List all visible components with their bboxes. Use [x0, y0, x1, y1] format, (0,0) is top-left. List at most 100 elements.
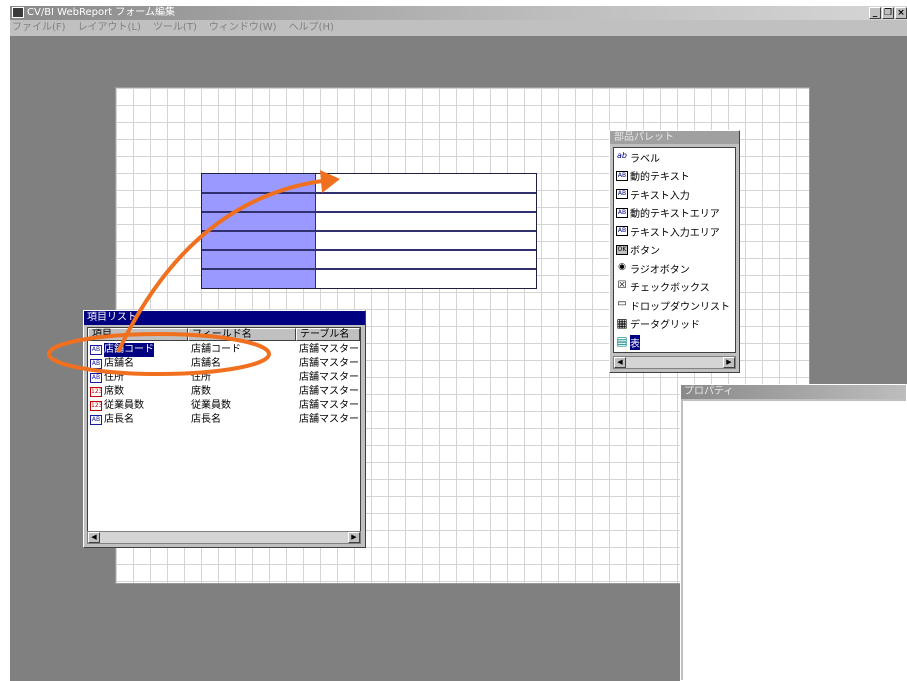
table-row[interactable]: AB 店長名 店長名 店舗マスター — [88, 413, 360, 427]
checkbox-icon: ☒ — [616, 279, 628, 292]
palette-item-text: 動的テキスト — [630, 172, 690, 184]
dynamic-text-icon: AB — [616, 170, 628, 181]
table-row-line — [202, 211, 536, 213]
palette-item-textarea-input[interactable]: AB テキスト入力エリア — [614, 222, 735, 241]
form-table[interactable] — [201, 173, 537, 289]
row-field: 店舗名 — [191, 358, 221, 369]
scroll-right-icon[interactable]: ▶ — [723, 357, 735, 368]
datagrid-icon: ▦ — [616, 315, 628, 330]
scroll-left-icon[interactable]: ◀ — [88, 532, 100, 543]
menu-window[interactable]: ウィンドウ(W) — [209, 20, 277, 36]
properties-title: プロパティ — [681, 385, 906, 399]
properties-panel — [683, 401, 906, 680]
item-list-scrollbar[interactable]: ◀ ▶ — [87, 531, 361, 544]
component-palette[interactable]: 部品パレット ab ラベル AB 動的テキスト AB テキスト入力 AB 動的テキストエ… — [609, 130, 740, 373]
menu-help[interactable]: ヘルプ(H) — [289, 20, 334, 36]
menu-layout[interactable]: レイアウト(L) — [78, 20, 141, 36]
text-field-icon: AB — [90, 415, 102, 425]
row-item: 店舗名 — [104, 358, 134, 369]
item-list-title: 項目リスト — [84, 311, 365, 325]
palette-item-button[interactable]: OK ボタン — [614, 241, 735, 260]
palette-item-text: ボタン — [630, 246, 660, 258]
table-icon: ▤ — [616, 334, 628, 349]
palette-item-dynamic-textarea[interactable]: AB 動的テキストエリア — [614, 204, 735, 223]
item-list-window[interactable]: 項目リスト 項目 フィールド名 テーブル名 AB 店舗コード 店舗コード 店舗マス… — [83, 310, 366, 548]
table-row[interactable]: AB 店舗名 店舗名 店舗マスター — [88, 357, 360, 371]
app-title: CV/BI WebReport フォーム編集 — [27, 7, 176, 18]
palette-scrollbar[interactable]: ◀ ▶ — [613, 356, 736, 369]
palette-item-text: チェックボックス — [630, 283, 710, 295]
text-field-icon: AB — [90, 359, 102, 369]
table-row[interactable]: AB 住所 住所 店舗マスター — [88, 371, 360, 385]
text-input-icon: AB — [616, 189, 628, 200]
column-header-item[interactable]: 項目 — [88, 328, 188, 341]
table-row[interactable]: AB 店舗コード 店舗コード 店舗マスター — [88, 343, 360, 357]
menu-file[interactable]: ファイル(F) — [12, 20, 66, 36]
palette-item-text: テキスト入力エリア — [630, 227, 720, 239]
palette-item-text: テキスト入力 — [630, 190, 690, 202]
row-table: 店舗マスター — [299, 414, 359, 425]
text-field-icon: AB — [90, 345, 102, 355]
row-field: 住所 — [191, 372, 211, 383]
row-field: 店舗コード — [191, 344, 241, 355]
palette-item-text: データグリッド — [630, 320, 700, 332]
table-row-line — [202, 192, 536, 194]
scroll-left-icon[interactable]: ◀ — [614, 357, 626, 368]
properties-window[interactable]: プロパティ — [680, 384, 907, 681]
table-row-line — [202, 249, 536, 251]
column-header-table[interactable]: テーブル名 — [296, 328, 360, 341]
menu-tools[interactable]: ツール(T) — [153, 20, 197, 36]
maximize-button[interactable]: ❐ — [882, 7, 894, 19]
palette-item-text: 動的テキストエリア — [630, 209, 720, 221]
row-item: 席数 — [104, 386, 124, 397]
row-field: 店長名 — [191, 414, 221, 425]
palette-item-text: ラジオボタン — [630, 264, 690, 276]
number-field-icon: 123 — [90, 401, 103, 411]
palette-item-radio[interactable]: ◉ ラジオボタン — [614, 259, 735, 278]
palette-item-text-input[interactable]: AB テキスト入力 — [614, 185, 735, 204]
palette-item-datagrid[interactable]: ▦ データグリッド — [614, 315, 735, 334]
button-icon: OK — [616, 244, 628, 255]
row-field: 席数 — [191, 386, 211, 397]
scroll-right-icon[interactable]: ▶ — [348, 532, 360, 543]
row-field: 従業員数 — [191, 400, 231, 411]
row-table: 店舗マスター — [299, 400, 359, 411]
palette-item-dynamic-text[interactable]: AB 動的テキスト — [614, 167, 735, 186]
row-table: 店舗マスター — [299, 372, 359, 383]
dynamic-textarea-icon: AB — [616, 207, 628, 218]
close-button[interactable]: × — [895, 7, 907, 19]
row-table: 店舗マスター — [299, 344, 359, 355]
menu-bar: ファイル(F) レイアウト(L) ツール(T) ウィンドウ(W) ヘルプ(H) — [10, 20, 907, 36]
table-row[interactable]: 123 席数 席数 店舗マスター — [88, 385, 360, 399]
radio-icon: ◉ — [616, 263, 628, 274]
app-titlebar: CV/BI WebReport フォーム編集 _ ❐ × — [10, 6, 907, 20]
palette-item-text: ラベル — [630, 153, 660, 165]
number-field-icon: 123 — [90, 387, 103, 397]
window-controls: _ ❐ × — [869, 7, 907, 19]
item-list-table: 項目 フィールド名 テーブル名 AB 店舗コード 店舗コード 店舗マスター AB 店… — [87, 327, 361, 542]
table-row-line — [202, 268, 536, 270]
palette-item-checkbox[interactable]: ☒ チェックボックス — [614, 278, 735, 297]
row-item: 従業員数 — [104, 400, 144, 411]
row-item: 店舗コード — [104, 343, 154, 357]
row-table: 店舗マスター — [299, 358, 359, 369]
palette-item-table[interactable]: ▤ 表 — [614, 333, 735, 352]
palette-item-text: ドロップダウンリスト — [630, 301, 730, 313]
column-header-field[interactable]: フィールド名 — [188, 328, 296, 341]
minimize-button[interactable]: _ — [869, 7, 881, 19]
label-icon: ab — [616, 151, 628, 163]
dropdown-icon: ▭ — [616, 298, 628, 311]
row-table: 店舗マスター — [299, 386, 359, 397]
text-field-icon: AB — [90, 373, 102, 383]
palette-title: 部品パレット — [610, 131, 739, 144]
textarea-input-icon: AB — [616, 226, 628, 237]
palette-item-text: 表 — [630, 334, 640, 350]
palette-item-dropdown[interactable]: ▭ ドロップダウンリスト — [614, 296, 735, 315]
palette-item-label[interactable]: ab ラベル — [614, 148, 735, 167]
app-icon — [12, 7, 24, 18]
table-row-line — [202, 230, 536, 232]
row-item: 住所 — [104, 372, 124, 383]
palette-list: ab ラベル AB 動的テキスト AB テキスト入力 AB 動的テキストエリア AB テキ… — [613, 147, 736, 353]
table-row[interactable]: 123 従業員数 従業員数 店舗マスター — [88, 399, 360, 413]
row-item: 店長名 — [104, 414, 134, 425]
